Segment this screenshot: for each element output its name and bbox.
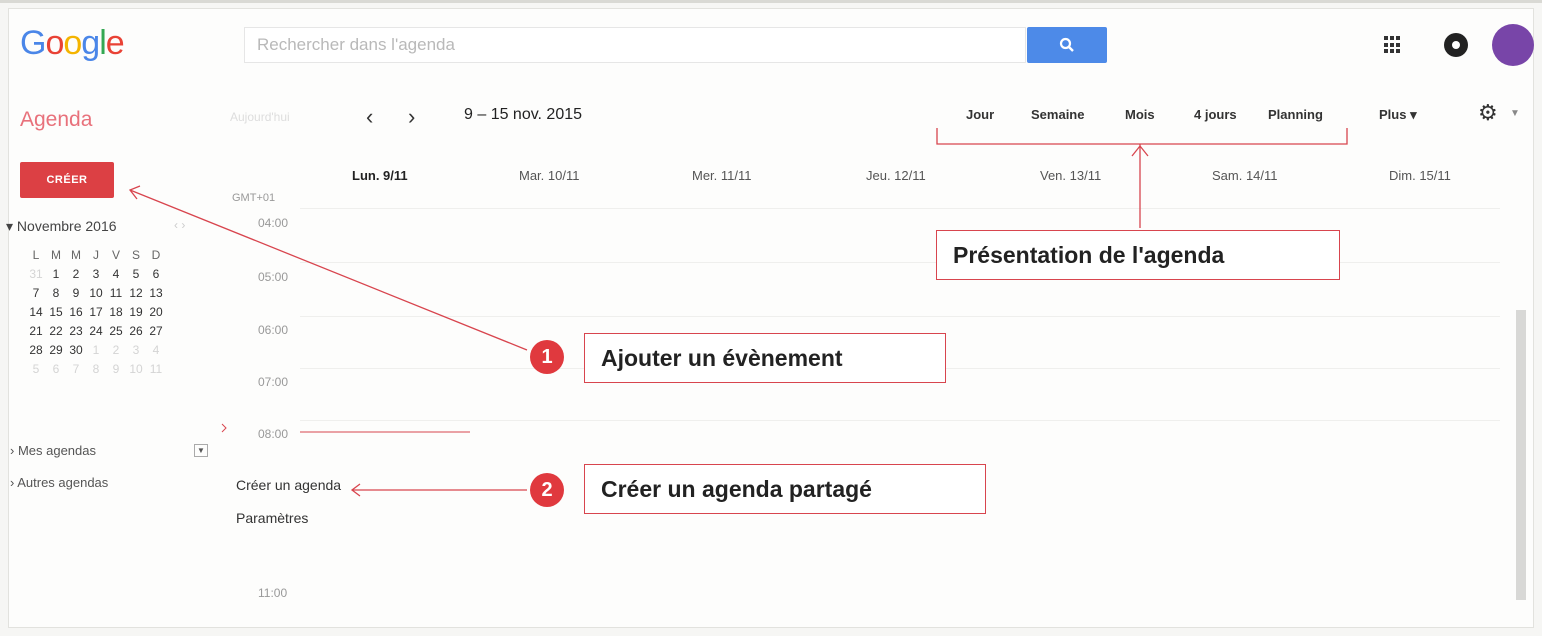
add-event-callout: Ajouter un évènement: [584, 333, 946, 383]
view-tabs-bracket: [936, 128, 1348, 145]
shared-calendar-callout: Créer un agenda partagé: [584, 464, 986, 514]
view-presentation-callout: Présentation de l'agenda: [936, 230, 1340, 280]
callout-number-1: 1: [530, 340, 564, 374]
add-event-pointer: [129, 189, 528, 351]
callout-number-2: 2: [530, 473, 564, 507]
hour-pointer-tick: [221, 423, 227, 433]
annotation-lines: [128, 128, 1348, 497]
